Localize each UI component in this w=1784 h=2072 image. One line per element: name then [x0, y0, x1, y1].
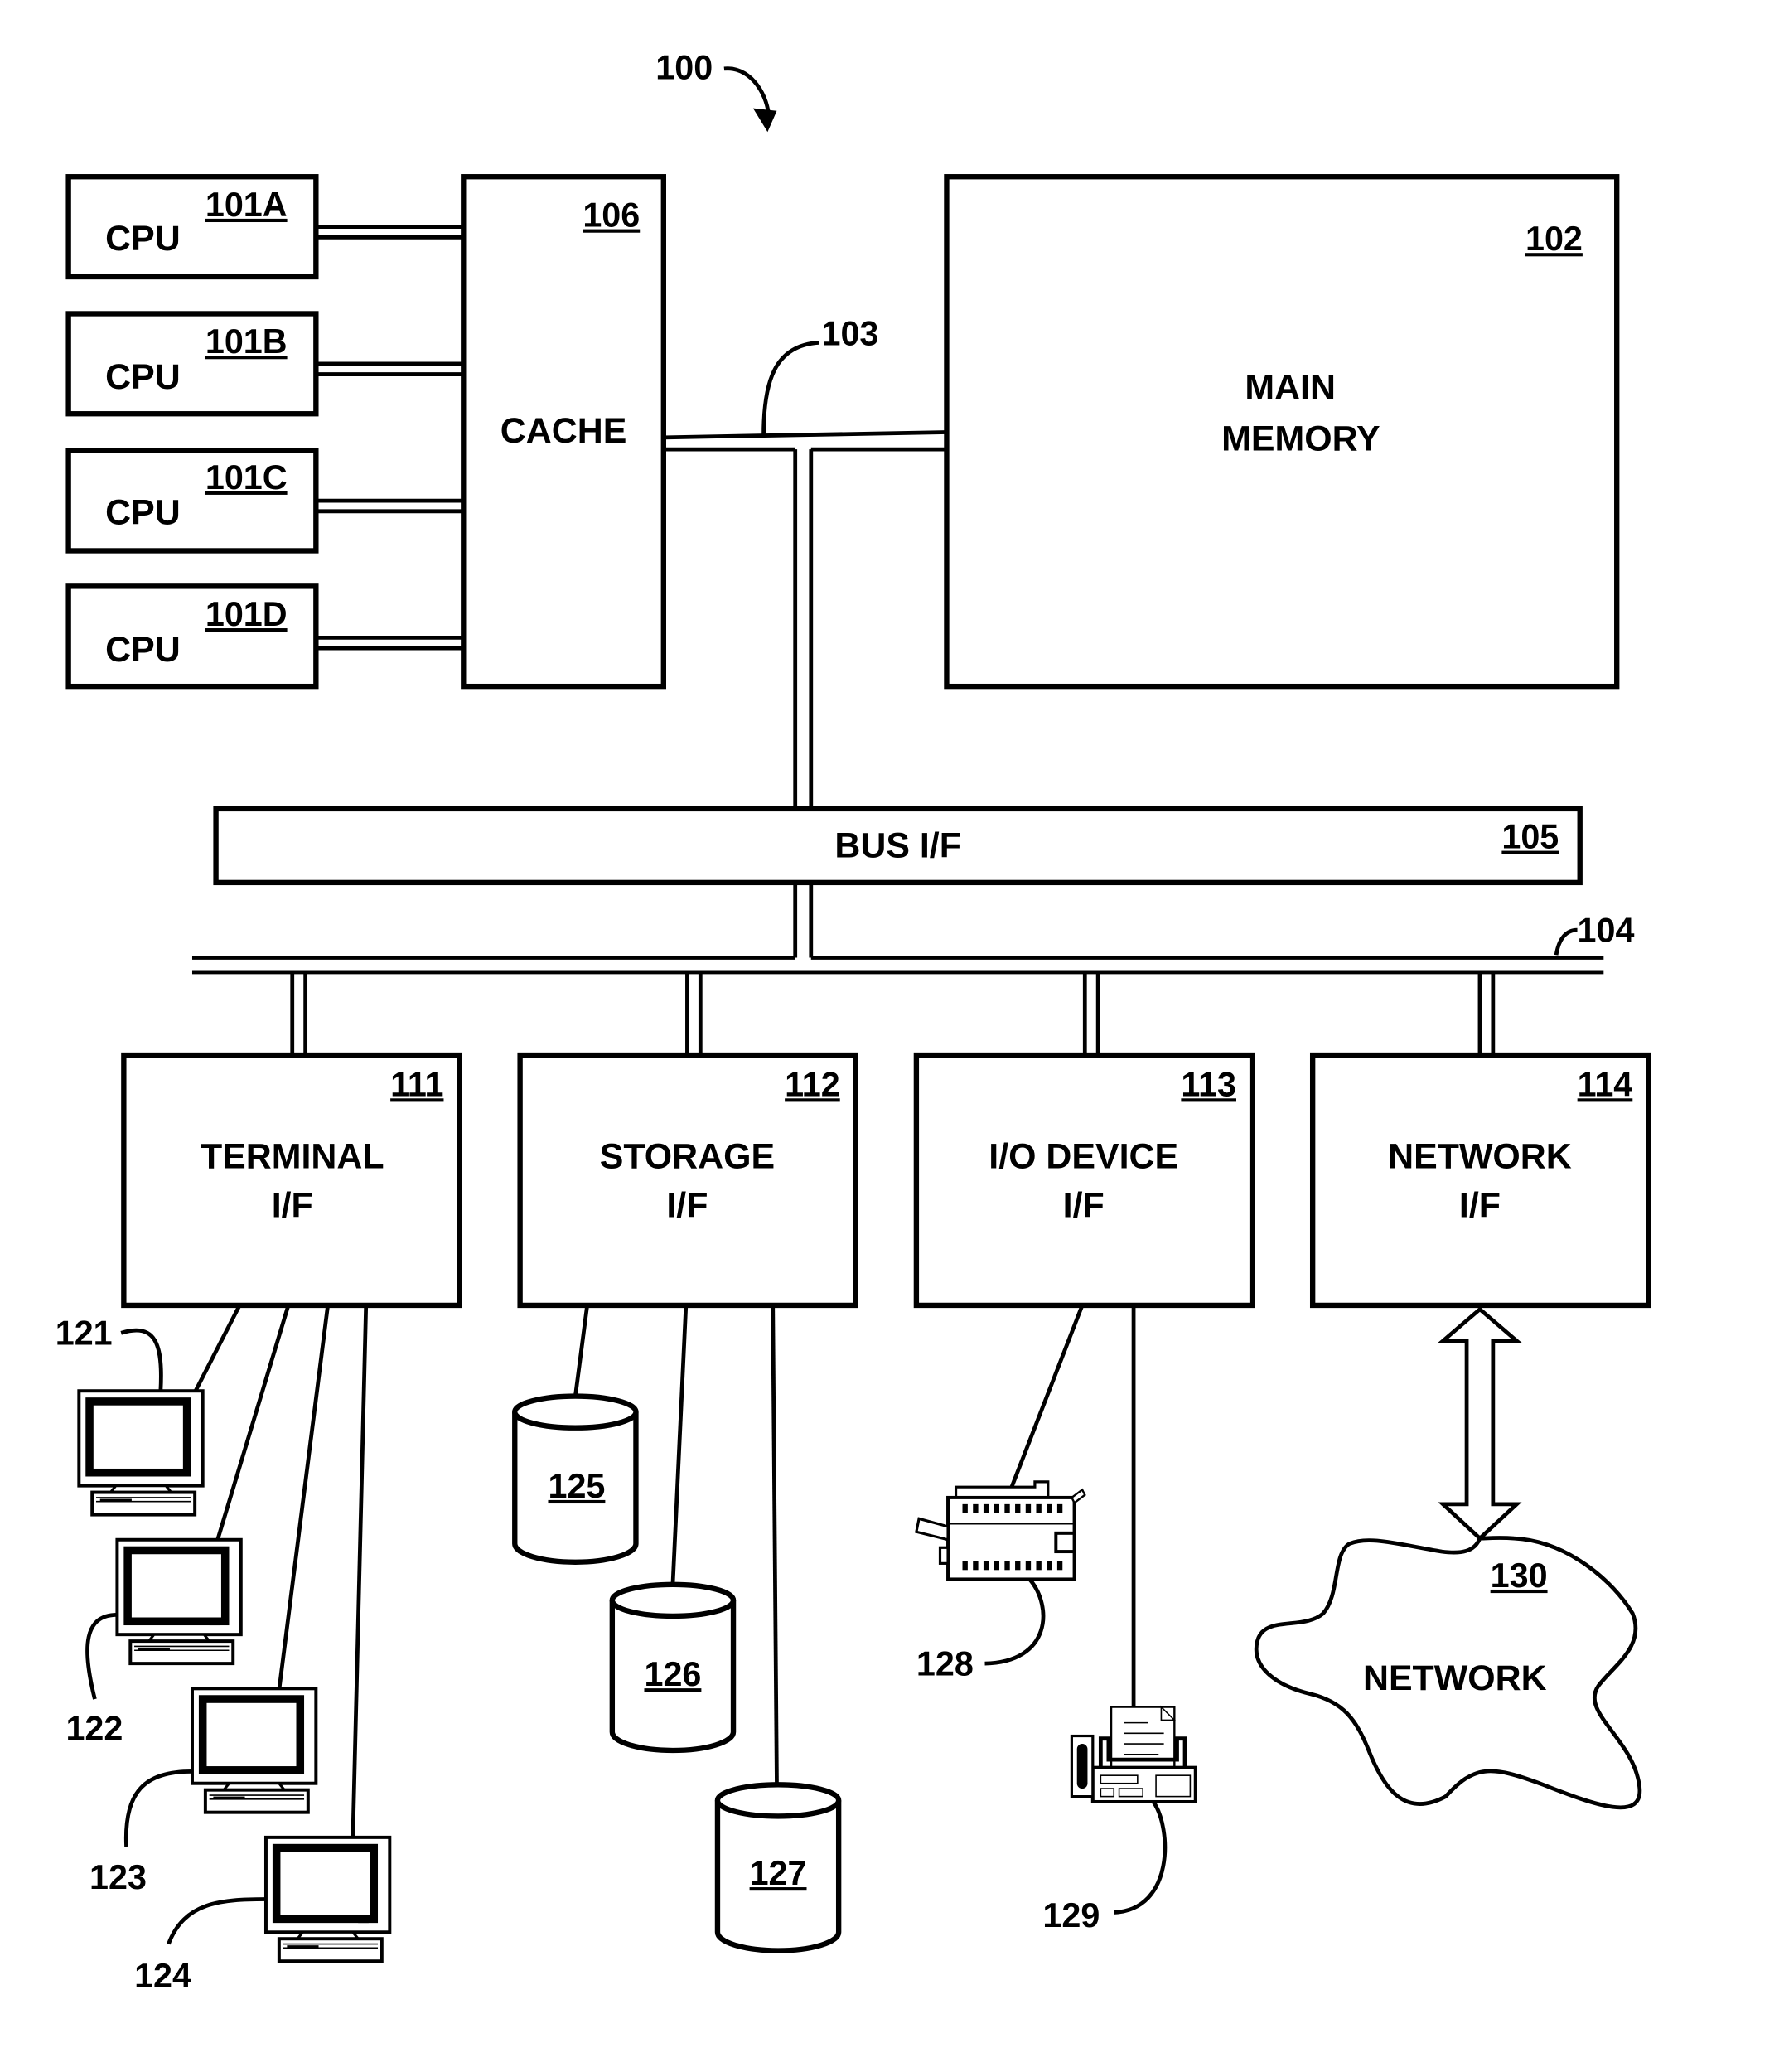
io-device-interface-line1: I/O DEVICE	[989, 1137, 1178, 1177]
terminal-leader	[120, 1328, 163, 1392]
cache-ref: 106	[583, 196, 640, 235]
computer-terminal-icon	[192, 1688, 316, 1812]
computer-terminal-icon	[266, 1837, 389, 1961]
io-bus: 104	[191, 882, 1635, 1056]
cpu-ref: 101C	[205, 458, 288, 496]
storage-125[interactable]: 125	[515, 1397, 636, 1562]
memory-bus-leader	[761, 341, 819, 435]
main-memory-ref: 102	[1525, 220, 1583, 258]
cpu-label: CPU	[105, 219, 181, 259]
figure-ref-leader	[723, 66, 771, 117]
memory-bus: 103	[663, 315, 947, 809]
network-interface-line2: I/F	[1459, 1185, 1501, 1225]
figure-ref-label: 100	[655, 49, 713, 87]
printer-icon	[915, 1480, 1086, 1581]
network-link-arrow	[1438, 1306, 1522, 1542]
network-interface-block[interactable]: NETWORK I/F 114	[1309, 1052, 1651, 1309]
terminal-leader	[123, 1769, 192, 1847]
terminal-interface-ref: 111	[390, 1065, 443, 1103]
cache-block[interactable]: CACHE 106	[461, 174, 666, 690]
cpu-ref: 101A	[205, 186, 288, 224]
computer-terminal-icon	[117, 1540, 240, 1663]
storage-interface-line1: STORAGE	[600, 1137, 775, 1177]
io-device-interface-ref: 113	[1181, 1065, 1236, 1103]
terminal-leader	[85, 1612, 118, 1700]
cpu-101a[interactable]: CPU 101A	[65, 174, 319, 280]
storage-ref: 126	[644, 1655, 701, 1693]
terminal-ref: 121	[56, 1314, 113, 1353]
cpu-label: CPU	[105, 493, 181, 533]
fax-leader	[1114, 1800, 1168, 1915]
computer-terminal-icon	[79, 1391, 202, 1514]
storage-interface-block[interactable]: STORAGE I/F 112	[517, 1052, 858, 1309]
figure-ref-arrowhead-icon	[752, 108, 777, 133]
terminal-interface-block[interactable]: TERMINAL I/F 111	[121, 1052, 462, 1309]
terminal-leader	[167, 1897, 266, 1945]
io-bus-leader	[1554, 927, 1578, 956]
cpu-label: CPU	[105, 630, 181, 670]
terminal-ref: 122	[65, 1709, 123, 1747]
printer-128[interactable]: 128	[915, 1480, 1086, 1683]
cpu-ref: 101B	[205, 322, 288, 361]
network-interface-ref: 114	[1578, 1065, 1633, 1103]
figure-reference: 100	[655, 49, 777, 133]
main-memory-label-line1: MAIN	[1245, 368, 1336, 408]
terminal-124[interactable]: 124	[134, 1837, 389, 1995]
network-ref: 130	[1491, 1556, 1548, 1595]
bus-interface-ref: 105	[1501, 818, 1559, 856]
cpu-101c[interactable]: CPU 101C	[65, 448, 319, 554]
terminal-interface-line1: TERMINAL	[201, 1137, 384, 1177]
cpu-ref: 101D	[205, 595, 288, 633]
network-label: NETWORK	[1363, 1658, 1547, 1698]
terminal-ref: 123	[89, 1858, 147, 1896]
network-interface-line1: NETWORK	[1388, 1137, 1572, 1177]
computer-system-diagram: 100 CPU 101A CPU 101B CPU 101C CPU 101D …	[56, 49, 1651, 1995]
io-device-interface-block[interactable]: I/O DEVICE I/F 113	[913, 1052, 1255, 1309]
fax-129[interactable]: 129	[1042, 1705, 1197, 1934]
fax-machine-icon	[1070, 1705, 1197, 1803]
cpu-cache-links	[316, 225, 464, 651]
cache-label: CACHE	[500, 411, 627, 451]
io-device-interface-line2: I/F	[1063, 1185, 1105, 1225]
cpu-101b[interactable]: CPU 101B	[65, 311, 319, 417]
main-memory-block[interactable]: MAIN MEMORY 102	[944, 174, 1620, 690]
storage-ref: 125	[548, 1467, 605, 1505]
storage-ref: 127	[750, 1854, 807, 1892]
printer-leader	[984, 1577, 1046, 1666]
storage-127[interactable]: 127	[718, 1784, 839, 1950]
cpu-label: CPU	[105, 357, 181, 397]
network-cloud[interactable]: NETWORK 130	[1254, 1536, 1642, 1810]
terminal-interface-line2: I/F	[272, 1185, 313, 1225]
bidirectional-arrow-icon	[1438, 1306, 1522, 1542]
bus-interface-label: BUS I/F	[834, 826, 961, 866]
printer-ref: 128	[916, 1644, 974, 1682]
bus-interface-block[interactable]: BUS I/F 105	[213, 806, 1583, 886]
storage-126[interactable]: 126	[612, 1585, 733, 1750]
storage-interface-ref: 112	[785, 1065, 840, 1103]
terminal-121[interactable]: 121	[56, 1314, 203, 1515]
io-bus-ref: 104	[1578, 911, 1635, 949]
terminal-ref: 124	[134, 1957, 191, 1995]
storage-interface-line2: I/F	[666, 1185, 708, 1225]
main-memory-label-line2: MEMORY	[1221, 419, 1380, 459]
fax-ref: 129	[1042, 1896, 1100, 1934]
memory-bus-ref: 103	[821, 315, 878, 353]
cpu-101d[interactable]: CPU 101D	[65, 583, 319, 690]
